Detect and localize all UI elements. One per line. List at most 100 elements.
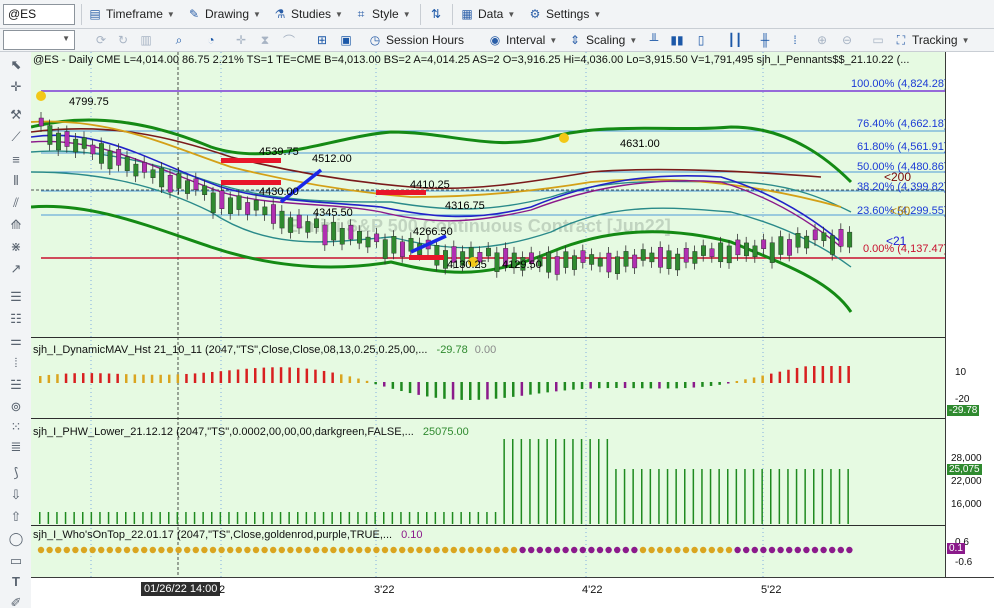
candle (606, 252, 612, 273)
crosshair-icon[interactable]: ✛ (6, 78, 26, 96)
format-icon[interactable]: ▥ (137, 31, 155, 49)
andrews-icon[interactable]: ☱ (6, 376, 26, 394)
panel-divider[interactable] (31, 525, 945, 526)
phw-bar (744, 469, 746, 524)
link-icon[interactable]: ⇅ (427, 5, 445, 23)
phw-bar (400, 512, 402, 524)
whos-on-top-dot (442, 546, 449, 554)
candle-hollow-icon[interactable]: ▯ (692, 31, 710, 49)
whos-on-top-dot (55, 546, 62, 554)
session-hours-button[interactable]: ◷ Session Hours (368, 30, 464, 50)
brush-icon[interactable]: ✐ (6, 594, 26, 612)
levels-icon[interactable]: ≣ (6, 438, 26, 456)
trendline-icon[interactable]: ⟋ (6, 128, 26, 146)
fibonacci-icon[interactable]: ⋇ (6, 238, 26, 256)
fib-label-764: 76.40% (4,662.18) (857, 118, 945, 130)
candle (718, 242, 724, 263)
timeframe-button[interactable]: ▤ Timeframe ▼ (88, 4, 175, 24)
volume-bars-icon[interactable]: ┃┃ (726, 31, 744, 49)
grid-icon[interactable]: ⊞ (313, 31, 331, 49)
whos-on-top-dot (502, 546, 509, 554)
style-button[interactable]: ⌗ Style ▼ (354, 4, 411, 24)
tracking-label: Tracking (912, 33, 958, 47)
phw-bar (150, 512, 153, 524)
zoom-window-icon[interactable]: ⌕ (170, 31, 188, 49)
phw-bar (254, 512, 256, 524)
interval-button[interactable]: ◉ Interval ▼ (488, 30, 558, 50)
arc-icon[interactable]: ⟆ (6, 464, 26, 482)
candle (253, 199, 259, 211)
interval-input[interactable]: ▼ (3, 30, 75, 50)
zoom-in-icon[interactable]: ⊕ (813, 31, 831, 49)
ray-icon[interactable]: ↗ (6, 260, 26, 278)
scaling-button[interactable]: ⇕ Scaling ▼ (568, 30, 637, 50)
mav-bar (649, 382, 653, 389)
whos-on-top-dot (373, 546, 380, 554)
panel-divider[interactable] (31, 337, 945, 338)
phw-lower-value: 25075.00 (422, 426, 469, 438)
down-arrow-icon[interactable]: ⇩ (6, 486, 26, 504)
cycle-icon[interactable]: ⊚ (6, 398, 26, 416)
drawing-tools-bar: ⬉ ✛ ⚒ ⟋ ≡ ⦀ ⫽ ⟰ ⋇ ↗ ☰ ☷ ⚌ ⦙ ☱ ⊚ ⁙ ≣ ⟆ ⇩ … (0, 52, 32, 610)
fib-retracement-icon[interactable]: ☰ (6, 288, 26, 306)
settings-button[interactable]: ⚙ Settings ▼ (528, 4, 602, 24)
crosshair-icon[interactable]: ✛ (232, 31, 250, 49)
redo-icon[interactable]: ↻ (114, 31, 132, 49)
phw-bar (340, 512, 342, 524)
hourglass-icon[interactable]: ⧗ (256, 31, 274, 49)
chart-area[interactable]: E-mini S&P 500 Continuous Contract [Jun2… (31, 52, 945, 577)
speed-lines-icon[interactable]: ⚌ (6, 332, 26, 350)
vertical-line-icon[interactable]: ⦀ (6, 172, 26, 190)
text-icon[interactable]: T (6, 572, 26, 590)
studies-button[interactable]: ⚗ Studies ▼ (273, 4, 343, 24)
mav-bar (675, 382, 678, 389)
whos-on-top-dot (115, 546, 122, 554)
up-arrow-icon[interactable]: ⇧ (6, 508, 26, 526)
channel-icon[interactable]: ⫽ (6, 194, 26, 212)
window-icon[interactable]: ▭ (869, 31, 887, 49)
panel-divider[interactable] (31, 418, 945, 419)
chart-canvas[interactable]: E-mini S&P 500 Continuous Contract [Jun2… (31, 52, 945, 577)
bar-chart-icon[interactable]: ╨ (645, 31, 663, 49)
wrench-icon[interactable]: ⚒ (6, 106, 26, 124)
gann-icon[interactable]: ⟰ (6, 216, 26, 234)
whos-on-top-dot (657, 546, 664, 554)
fib-extension-icon[interactable]: ☷ (6, 310, 26, 328)
phw-bar (649, 469, 652, 524)
time-axis[interactable]: 01/26/22 14:00 2 3'22 4'22 5'22 (31, 577, 994, 608)
tracking-button[interactable]: ⛶ Tracking ▼ (894, 30, 970, 50)
candlestick-icon[interactable]: ▮▮ (668, 31, 686, 49)
phw-bar (219, 512, 222, 524)
layout-icon[interactable]: ▣ (337, 31, 355, 49)
whos-on-top-dot (536, 546, 543, 554)
ellipse-icon[interactable]: ◯ (6, 530, 26, 548)
whos-on-top-dot (786, 546, 793, 554)
chart-icon[interactable]: ⌒ (280, 31, 298, 49)
time-zones-icon[interactable]: ⦙ (6, 354, 26, 372)
mav-bar (340, 374, 343, 383)
whos-on-top-dot (700, 546, 707, 554)
ohlc-icon[interactable]: ╫ (756, 31, 774, 49)
price-axis[interactable]: 10 -20 -29.78 28,000 25,075 22,000 16,00… (945, 52, 994, 577)
candle (787, 239, 792, 256)
speedometer-icon[interactable]: ◔ (202, 31, 220, 49)
regression-icon[interactable]: ⁙ (6, 418, 26, 436)
pointer-icon[interactable]: ⬉ (6, 56, 26, 74)
dot-plot-icon[interactable]: ⁞ (786, 31, 804, 49)
horizontal-line-icon[interactable]: ≡ (6, 150, 26, 168)
data-button[interactable]: ▦ Data ▼ (460, 4, 515, 24)
phw-bar (709, 469, 712, 524)
rectangle-icon[interactable]: ▭ (6, 552, 26, 570)
whos-on-top-dot (459, 546, 466, 554)
zoom-out-icon[interactable]: ⊖ (838, 31, 856, 49)
whos-on-top-dot (261, 546, 268, 554)
timer-icon: ◉ (489, 33, 501, 47)
candle (649, 252, 655, 263)
phw-bar (348, 512, 351, 524)
refresh-icon[interactable]: ⟳ (92, 31, 110, 49)
side-label-200: <200 (884, 170, 912, 184)
price-label-4410: 4410.25 (410, 179, 450, 191)
drawing-button[interactable]: ✎ Drawing ▼ (187, 4, 261, 24)
scaling-label: Scaling (586, 33, 626, 47)
symbol-input[interactable]: @ES (3, 4, 75, 25)
